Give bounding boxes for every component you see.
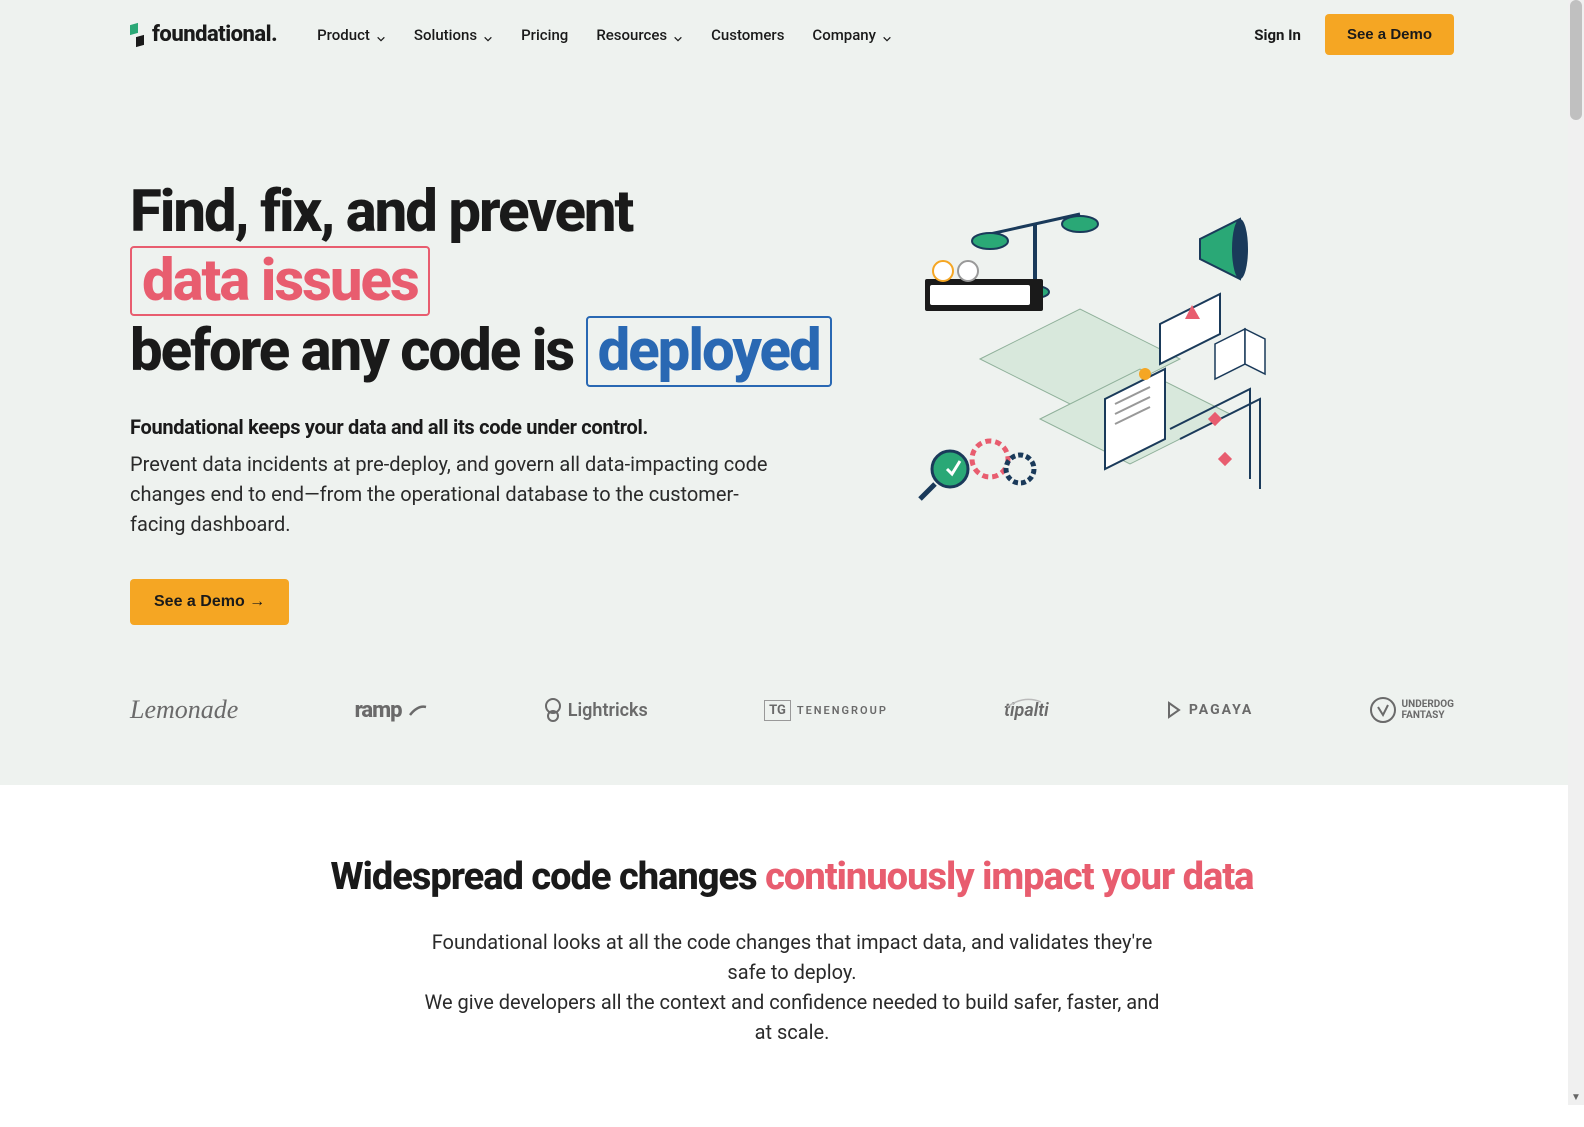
logo-tenengroup-text: TENENGROUP bbox=[797, 704, 888, 717]
section-widespread: Widespread code changes continuously imp… bbox=[0, 785, 1584, 1127]
scroll-down-icon[interactable]: ▼ bbox=[1568, 1089, 1584, 1105]
nav-item-customers[interactable]: Customers bbox=[711, 26, 784, 44]
nav-label: Product bbox=[317, 26, 370, 44]
nav-right: Sign In See a Demo bbox=[1254, 14, 1454, 55]
nav-item-pricing[interactable]: Pricing bbox=[521, 26, 568, 44]
section2-title-highlight: continuously impact your data bbox=[765, 855, 1253, 899]
logo-tipalti: tipalti bbox=[1004, 700, 1049, 721]
nav-item-solutions[interactable]: Solutions bbox=[414, 26, 493, 44]
logo-mark-icon bbox=[130, 24, 146, 46]
nav-label: Resources bbox=[596, 26, 667, 44]
chevron-down-icon bbox=[673, 30, 683, 40]
chevron-down-icon bbox=[483, 30, 493, 40]
hero-illustration bbox=[890, 179, 1270, 519]
hero-title-part1: Find, fix, and prevent bbox=[130, 178, 632, 246]
hero-highlight-red: data issues bbox=[130, 246, 430, 317]
hero-highlight-blue: deployed bbox=[586, 316, 832, 387]
hero-text: Find, fix, and prevent data issues befor… bbox=[130, 179, 850, 625]
tg-icon: TG bbox=[764, 700, 791, 721]
chevron-down-icon bbox=[882, 30, 892, 40]
scrollbar[interactable]: ▲ ▼ bbox=[1568, 0, 1584, 1105]
nav-item-product[interactable]: Product bbox=[317, 26, 386, 44]
logo-ramp-text: ramp bbox=[355, 698, 402, 723]
scrollbar-thumb[interactable] bbox=[1570, 0, 1582, 120]
hero-see-demo-button[interactable]: See a Demo → bbox=[130, 579, 289, 625]
logo-lightricks-text: Lightricks bbox=[568, 700, 648, 721]
hero-subtitle-bold: Foundational keeps your data and all its… bbox=[130, 415, 850, 439]
logo-ramp: ramp bbox=[355, 698, 428, 723]
hero-title: Find, fix, and prevent data issues befor… bbox=[130, 179, 850, 387]
logo[interactable]: foundational. bbox=[130, 22, 277, 47]
section2-subtitle: Foundational looks at all the code chang… bbox=[417, 927, 1167, 1047]
nav-label: Customers bbox=[711, 26, 784, 44]
hero-title-part2: before any code is bbox=[130, 317, 573, 385]
section2-sub-line1: Foundational looks at all the code chang… bbox=[432, 930, 1153, 984]
customer-logos: Lemonade ramp Lightricks TG TENENGROUP t… bbox=[0, 665, 1584, 785]
section2-title-part1: Widespread code changes bbox=[331, 855, 757, 899]
top-nav: foundational. Product Solutions Pricing … bbox=[0, 0, 1584, 69]
nav-item-resources[interactable]: Resources bbox=[596, 26, 683, 44]
nav-label: Solutions bbox=[414, 26, 477, 44]
see-demo-button[interactable]: See a Demo bbox=[1325, 14, 1454, 55]
nav-item-company[interactable]: Company bbox=[812, 26, 892, 44]
logo-underdog-text: UNDERDOGFANTASY bbox=[1402, 699, 1454, 721]
signin-link[interactable]: Sign In bbox=[1254, 26, 1301, 44]
chevron-down-icon bbox=[376, 30, 386, 40]
nav-label: Pricing bbox=[521, 26, 568, 44]
logo-lemonade: Lemonade bbox=[130, 695, 238, 725]
logo-tenengroup: TG TENENGROUP bbox=[764, 700, 888, 721]
nav-left: foundational. Product Solutions Pricing … bbox=[130, 22, 892, 47]
hero-section: Find, fix, and prevent data issues befor… bbox=[0, 69, 1584, 665]
hero-subtitle: Prevent data incidents at pre-deploy, an… bbox=[130, 449, 770, 539]
logo-text: foundational. bbox=[152, 22, 277, 47]
logo-pagaya-text: PAGAYA bbox=[1189, 702, 1253, 718]
logo-lightricks: Lightricks bbox=[544, 698, 648, 722]
section2-sub-line2: We give developers all the context and c… bbox=[425, 990, 1160, 1044]
logo-pagaya: PAGAYA bbox=[1165, 701, 1253, 719]
logo-underdog: UNDERDOGFANTASY bbox=[1370, 697, 1454, 723]
section2-title: Widespread code changes continuously imp… bbox=[130, 855, 1454, 899]
nav-menu: Product Solutions Pricing Resources bbox=[317, 26, 892, 44]
nav-label: Company bbox=[812, 26, 876, 44]
